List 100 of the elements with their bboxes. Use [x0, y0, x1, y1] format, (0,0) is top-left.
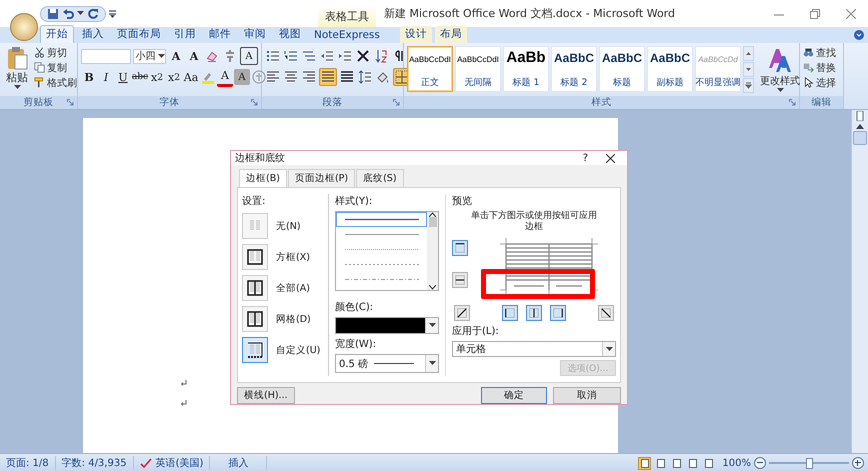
ribbon-tab[interactable]: 插入 — [77, 26, 109, 43]
dialog-tab[interactable]: 边框(B) — [239, 169, 287, 188]
help-icon[interactable] — [854, 30, 864, 40]
border-toggle[interactable] — [526, 305, 542, 321]
scroll-thumb[interactable] — [428, 217, 436, 227]
copy-button[interactable]: 复制 — [34, 61, 77, 74]
border-toggle[interactable] — [452, 272, 468, 288]
line-style-option[interactable] — [336, 212, 427, 227]
setting-option[interactable] — [242, 275, 268, 301]
dialog-launcher-icon[interactable] — [789, 99, 796, 106]
ribbon-tab[interactable]: 审阅 — [239, 26, 271, 43]
shrink-button[interactable]: A — [186, 48, 202, 64]
help-button[interactable]: ? — [582, 152, 588, 164]
restore-icon[interactable] — [810, 8, 820, 18]
style-item[interactable]: AaBbCcDdI 无间隔 — [455, 46, 501, 92]
view-button[interactable] — [702, 456, 716, 470]
view-button[interactable] — [686, 456, 700, 470]
border-toggle[interactable] — [452, 240, 468, 256]
ribbon-tab[interactable]: 邮件 — [204, 26, 236, 43]
spacing-button[interactable] — [357, 69, 373, 85]
page-count[interactable]: 页面: 1/8 — [0, 456, 56, 470]
dialog-launcher-icon[interactable] — [67, 99, 74, 106]
more-icon[interactable] — [743, 78, 754, 93]
border-toggle[interactable] — [550, 305, 566, 321]
customize-icon[interactable] — [109, 10, 116, 18]
font-size-field[interactable]: 小四 — [132, 48, 166, 64]
scroll-up-icon[interactable] — [429, 212, 436, 217]
border-toggle[interactable] — [598, 305, 614, 321]
vertical-scrollbar[interactable] — [851, 110, 868, 453]
find-button[interactable]: 查找 — [803, 46, 836, 59]
dialog-launcher-icon[interactable] — [393, 99, 400, 106]
scroll-down-icon[interactable] — [429, 285, 436, 290]
zoom-level[interactable]: 100% — [722, 458, 751, 468]
cancel-button[interactable]: 取消 — [553, 387, 621, 404]
ribbon-tab[interactable]: 设计 — [400, 26, 432, 43]
border-toggle[interactable] — [502, 305, 518, 321]
office-button[interactable] — [10, 13, 38, 41]
group-label: 编辑 — [812, 96, 832, 109]
underline-button[interactable]: U — [115, 69, 131, 85]
ribbon-tab[interactable]: 引用 — [169, 26, 201, 43]
justify-button[interactable] — [319, 68, 337, 86]
select-button[interactable]: 选择 — [803, 76, 836, 89]
ribbon-tab[interactable]: 视图 — [274, 26, 306, 43]
style-item[interactable]: AaBbCcDd 不明显强调 — [695, 46, 741, 92]
grow-button[interactable]: A — [168, 48, 184, 64]
ribbon-tab[interactable]: NoteExpress — [309, 28, 385, 43]
font-name-field[interactable] — [81, 48, 131, 64]
close-icon[interactable] — [606, 154, 615, 162]
painter-button[interactable]: 格式刷 — [34, 76, 77, 89]
zoom-out-button[interactable] — [754, 457, 766, 469]
scroll-thumb[interactable] — [853, 131, 867, 145]
border-toggle[interactable] — [454, 305, 470, 321]
replace-button[interactable]: 替换 — [803, 61, 836, 74]
italic-button[interactable]: I — [98, 69, 114, 85]
color-dropdown[interactable] — [335, 317, 439, 334]
paste-button[interactable]: 粘贴 — [3, 46, 31, 96]
dialog-tab[interactable]: 底纹(S) — [356, 169, 404, 187]
style-item[interactable]: AaBb 标题 1 — [503, 46, 549, 92]
save-icon[interactable] — [47, 8, 59, 20]
asian-button[interactable] — [355, 48, 371, 64]
distribute-button[interactable] — [339, 69, 355, 85]
color-label: 颜色(C): — [335, 300, 374, 314]
setting-option[interactable] — [242, 306, 268, 332]
undo-icon[interactable] — [62, 8, 74, 20]
proofing-icon[interactable] — [140, 458, 152, 468]
zoom-thumb[interactable] — [806, 458, 813, 468]
bold-button[interactable]: B — [81, 69, 97, 85]
style-item[interactable]: AaBbC 标题 — [599, 46, 645, 92]
style-item[interactable]: AaBbC 副标题 — [647, 46, 693, 92]
ok-button[interactable]: 确定 — [481, 387, 547, 404]
charborder-button[interactable]: A — [240, 47, 258, 65]
style-item[interactable]: AaBbC 标题 2 — [551, 46, 597, 92]
view-button[interactable] — [638, 456, 652, 470]
language-status[interactable]: 英语(美国) — [156, 456, 204, 470]
sort-button[interactable] — [373, 48, 389, 64]
setting-option[interactable] — [242, 337, 268, 363]
bullets-button[interactable] — [265, 48, 281, 64]
redo-icon[interactable] — [87, 8, 99, 20]
cut-button[interactable]: 剪切 — [34, 46, 77, 59]
dialog-tab[interactable]: 页面边框(P) — [288, 169, 356, 187]
ribbon-tab[interactable]: 布局 — [434, 26, 467, 43]
strike-button[interactable]: abc — [132, 69, 148, 85]
insert-mode[interactable]: 插入 — [210, 456, 268, 470]
zoom-in-button[interactable] — [852, 457, 864, 469]
change-styles-button[interactable]: 更改样式 — [757, 46, 803, 96]
charshade-button[interactable]: A — [234, 69, 250, 85]
view-button[interactable] — [670, 456, 684, 470]
setting-option[interactable] — [242, 244, 268, 270]
scroll-up-icon[interactable] — [856, 123, 864, 129]
apply-to-dropdown[interactable]: 单元格 — [452, 341, 616, 358]
word-count[interactable]: 字数: 4/3,935 — [56, 456, 134, 470]
justify-icon — [321, 70, 335, 84]
style-item[interactable]: AaBbCcDdI 正文 — [407, 46, 453, 92]
width-dropdown[interactable]: 0.5 磅 — [335, 354, 439, 373]
ribbon-tab[interactable]: 开始 — [40, 25, 74, 43]
horizontal-line-button[interactable]: 横线(H)... — [237, 387, 295, 404]
dialog-launcher-icon[interactable] — [251, 99, 258, 106]
ribbon-tab[interactable]: 页面布局 — [112, 26, 166, 43]
view-button[interactable] — [654, 456, 668, 470]
case-button[interactable]: Aa — [183, 69, 199, 85]
